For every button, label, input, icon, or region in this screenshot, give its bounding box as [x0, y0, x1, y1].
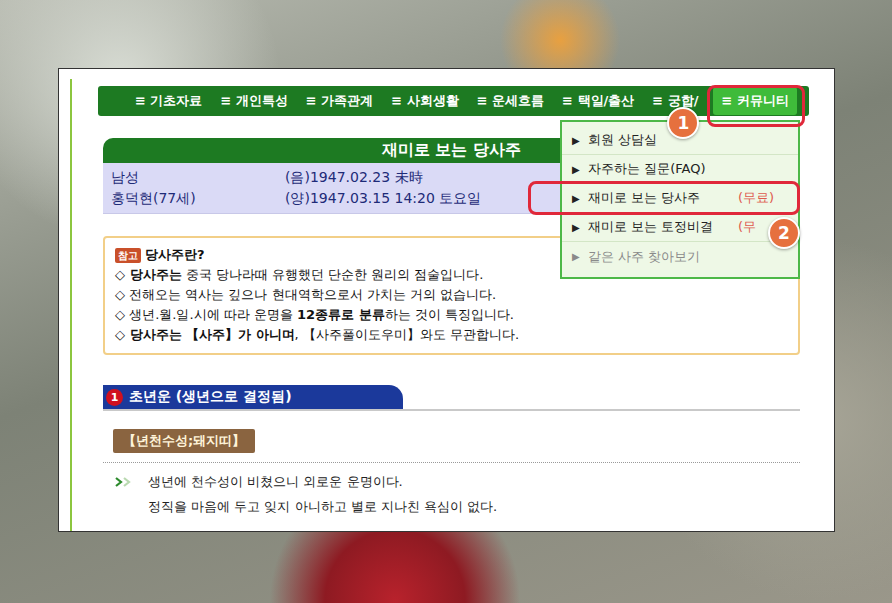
nav-item[interactable]: ≡ 운세흐름	[474, 88, 547, 114]
label-row: 【년천수성;돼지띠】	[113, 429, 800, 453]
arrow: ▶	[572, 222, 588, 233]
annotation-badge: 2	[768, 217, 800, 249]
section-number: 1	[106, 389, 123, 406]
section-tab: 1초년운 (생년으로 결정됨)	[103, 385, 403, 409]
section-header: 1초년운 (생년으로 결정됨)	[103, 385, 800, 411]
dropdown-item[interactable]: ▶같은 사주 찾아보기	[562, 242, 798, 271]
arrow: ▶	[572, 164, 588, 175]
arrow: ▶	[572, 251, 588, 262]
nav-item[interactable]: ≡ 가족관계	[303, 88, 376, 114]
nav-item[interactable]: ≡ 택일/출산	[559, 88, 637, 114]
nav-item[interactable]: ≡ 개인특성	[217, 88, 290, 114]
notice-badge: 참고	[115, 248, 141, 263]
gender: 남성	[111, 167, 285, 188]
reading-line: 정직을 마음에 두고 잊지 아니하고 별로 지나친 욕심이 없다.	[115, 494, 800, 519]
dropdown-label: 재미로 보는 당사주	[588, 189, 738, 207]
dropdown-label: 자주하는 질문(FAQ)	[588, 160, 738, 178]
page-body: ≡ 기초자료≡ 개인특성≡ 가족관계≡ 사회생활≡ 운세흐름≡ 택일/출산≡ 궁…	[70, 79, 834, 531]
notice-line: ◇ 당사주는 【사주】가 아니며, 【사주풀이도우미】와도 무관합니다.	[115, 325, 788, 345]
nav-wrap: ≡ 기초자료≡ 개인특성≡ 가족관계≡ 사회생활≡ 운세흐름≡ 택일/출산≡ 궁…	[98, 86, 809, 116]
background-photo: ≡ 기초자료≡ 개인특성≡ 가족관계≡ 사회생활≡ 운세흐름≡ 택일/출산≡ 궁…	[0, 0, 892, 603]
nav-item[interactable]: ≡ 커뮤니티1	[713, 87, 796, 115]
price-tag: (무료)	[738, 189, 798, 207]
dropdown-menu: ▶회원 상담실▶자주하는 질문(FAQ)▶재미로 보는 당사주(무료)2▶재미로…	[560, 120, 800, 279]
nav-item[interactable]: ≡ 기초자료	[132, 88, 205, 114]
reading-line: 생년에 천수성이 비쳤으니 외로운 운명이다.	[115, 469, 800, 494]
dropdown-label: 재미로 보는 토정비결	[588, 218, 738, 236]
name: 홍덕현(77세)	[111, 188, 285, 209]
dotted-divider	[103, 462, 800, 463]
nav-bar: ≡ 기초자료≡ 개인특성≡ 가족관계≡ 사회생활≡ 운세흐름≡ 택일/출산≡ 궁…	[98, 86, 809, 116]
star-label: 【년천수성;돼지띠】	[113, 429, 255, 453]
notice-line: ◇ 생년.월.일.시에 따라 운명을 12종류로 분류하는 것이 특징입니다.	[115, 305, 788, 325]
dropdown-item[interactable]: ▶자주하는 질문(FAQ)	[562, 155, 798, 184]
chevron-icon	[115, 477, 135, 487]
nav-item[interactable]: ≡ 사회생활	[388, 88, 461, 114]
arrow: ▶	[572, 135, 588, 146]
dropdown-item[interactable]: ▶재미로 보는 당사주(무료)2	[562, 184, 798, 213]
dropdown-item[interactable]: ▶재미로 보는 토정비결(무	[562, 213, 798, 242]
dropdown-label: 같은 사주 찾아보기	[588, 248, 738, 266]
screenshot-frame: ≡ 기초자료≡ 개인특성≡ 가족관계≡ 사회생활≡ 운세흐름≡ 택일/출산≡ 궁…	[58, 68, 835, 532]
notice-line: ◇ 전해오는 역사는 깊으나 현대역학으로서 가치는 거의 없습니다.	[115, 285, 788, 305]
annotation-outline	[528, 181, 800, 215]
arrow: ▶	[572, 193, 588, 204]
dropdown-label: 회원 상담실	[588, 131, 738, 149]
